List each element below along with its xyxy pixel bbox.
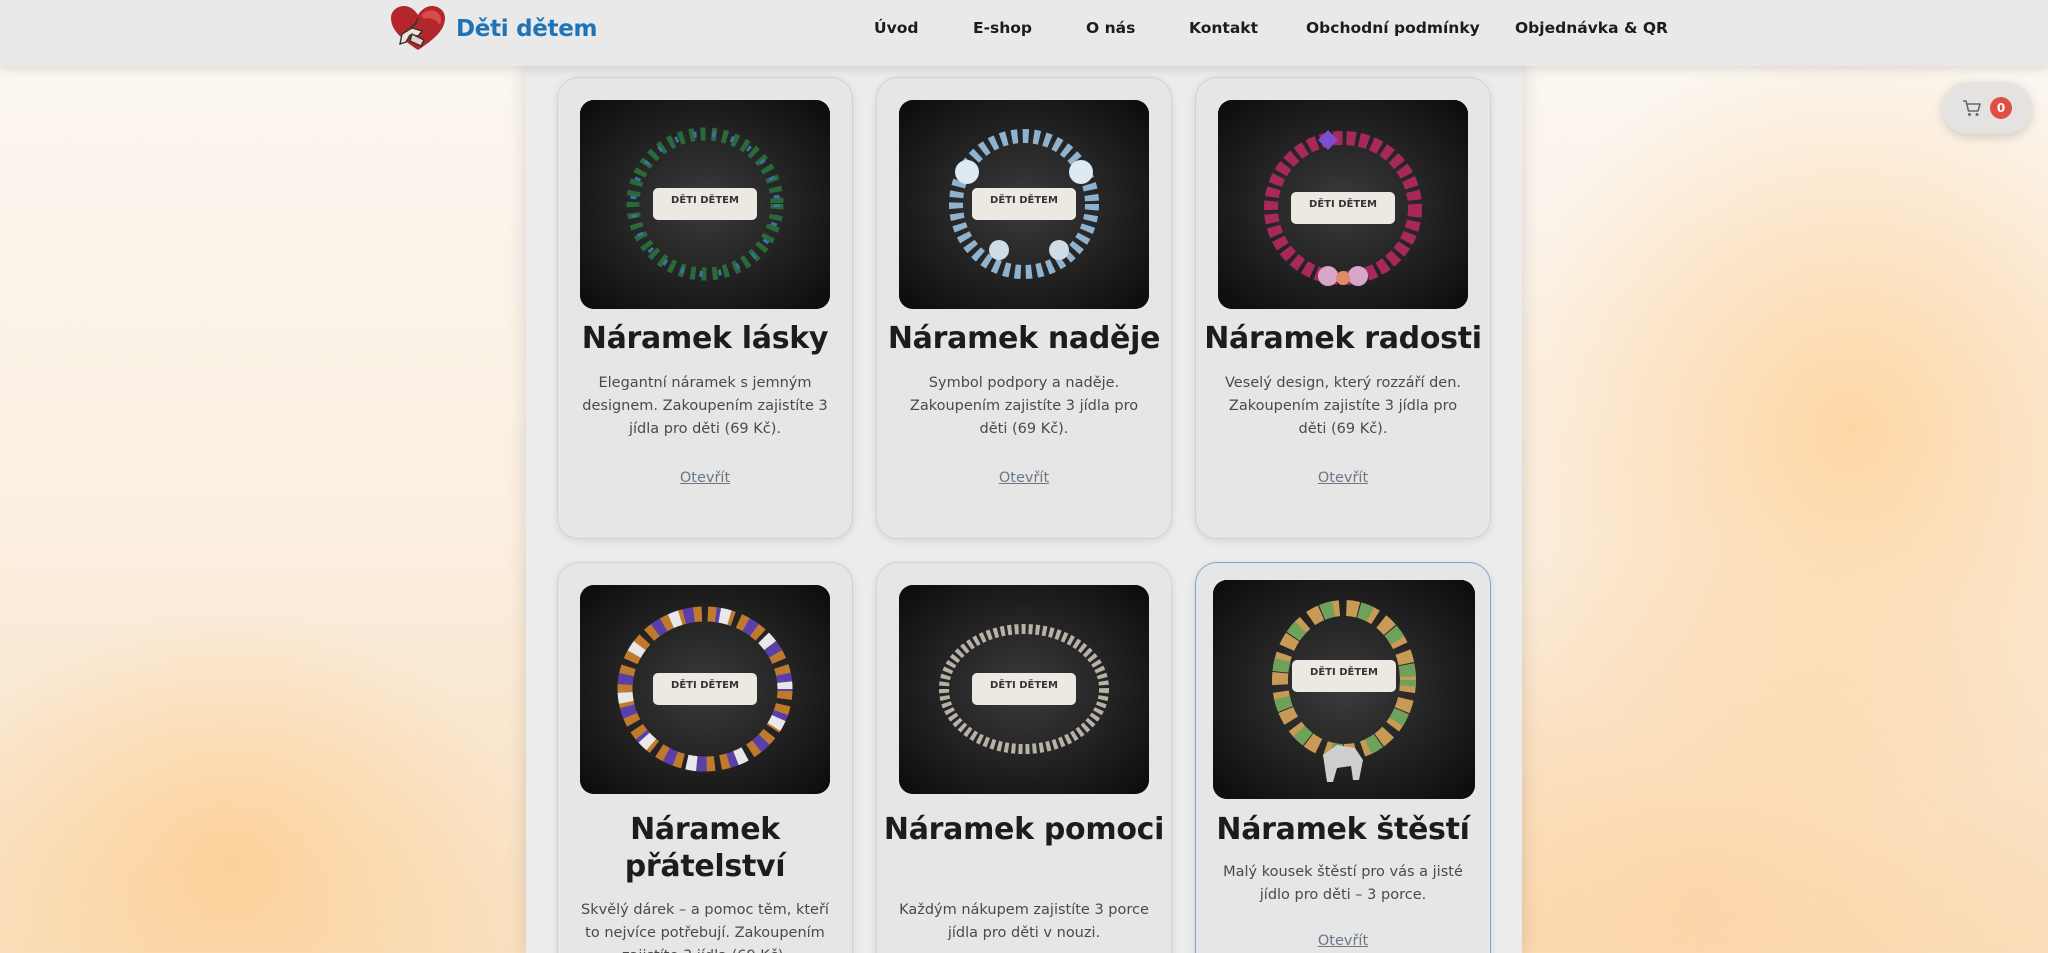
brand-name: Děti dětem [456,16,598,42]
nav-eshop[interactable]: E-shop [973,19,1032,37]
svg-text:DĚTI DĚTEM: DĚTI DĚTEM [1309,197,1377,210]
brand-logo-link[interactable]: Děti dětem [388,2,598,56]
product-description: Veselý design, který rozzáří den. Zakoup… [1224,375,1462,437]
svg-text:DĚTI DĚTEM: DĚTI DĚTEM [990,678,1058,691]
product-title: Náramek štěstí [1216,812,1470,847]
product-image: DĚTI DĚTEM [899,585,1149,794]
product-image: DĚTI DĚTEM [580,100,830,309]
product-title: Náramek přátelství [624,812,786,884]
product-title: Náramek lásky [581,321,829,356]
svg-text:DĚTI DĚTEM: DĚTI DĚTEM [990,193,1058,206]
product-card-stesti[interactable]: DĚTI DĚTEM Náramek štěstí Malý kousek št… [1195,562,1491,953]
products-panel: DĚTI DĚTEM Náramek lásky Elegantní náram… [526,60,1522,953]
product-card-pratelstvi[interactable]: DĚTI DĚTEM Náramek přátelství Skvělý dár… [557,562,853,953]
product-image: DĚTI DĚTEM [1213,580,1475,799]
nav-objednavka-qr[interactable]: Objednávka & QR [1515,19,1668,37]
bracelet-photo-icon: DĚTI DĚTEM [899,585,1149,794]
product-card-nadeje[interactable]: DĚTI DĚTEM Náramek naděje Symbol podpory… [876,77,1172,539]
product-card-pomoci[interactable]: DĚTI DĚTEM Náramek pomoci Každým nákupem… [876,562,1172,953]
svg-text:DĚTI DĚTEM: DĚTI DĚTEM [671,193,739,206]
product-card-lasky[interactable]: DĚTI DĚTEM Náramek lásky Elegantní náram… [557,77,853,539]
bracelet-photo-icon: DĚTI DĚTEM [899,100,1149,309]
product-card-radosti[interactable]: DĚTI DĚTEM Náramek radosti Veselý design… [1195,77,1491,539]
open-product-link[interactable]: Otevřít [877,470,1171,486]
cart-count-badge: 0 [1990,97,2012,119]
product-description: Skvělý dárek – a pomoc těm, kteří to nej… [581,902,829,953]
cart-button[interactable]: 0 [1942,82,2032,134]
product-description: Každým nákupem zajistíte 3 porce jídla p… [899,902,1149,941]
nav-obchodni-podminky[interactable]: Obchodní podmínky [1306,19,1480,37]
bracelet-photo-icon: DĚTI DĚTEM [580,100,830,309]
svg-text:DĚTI DĚTEM: DĚTI DĚTEM [671,678,739,691]
product-description: Elegantní náramek s jemným designem. Zak… [582,375,828,437]
open-product-link[interactable]: Otevřít [1196,933,1490,949]
open-product-link[interactable]: Otevřít [558,470,852,486]
heart-hand-logo-icon [391,6,445,50]
product-description: Malý kousek štěstí pro vás a jisté jídlo… [1223,864,1463,903]
product-image: DĚTI DĚTEM [580,585,830,794]
nav-o-nas[interactable]: O nás [1086,19,1135,37]
product-description: Symbol podpory a naděje. Zakoupením zaji… [909,375,1139,437]
product-image: DĚTI DĚTEM [1218,100,1468,309]
product-title: Náramek radosti [1204,321,1482,356]
open-product-link[interactable]: Otevřít [1196,470,1490,486]
product-title: Náramek naděje [887,321,1161,356]
site-header: Děti dětem Úvod E-shop O nás Kontakt Obc… [0,0,2048,66]
product-title: Náramek pomoci [883,812,1165,847]
product-image: DĚTI DĚTEM [899,100,1149,309]
bracelet-photo-icon: DĚTI DĚTEM [1218,100,1468,309]
bracelet-photo-icon: DĚTI DĚTEM [1213,580,1475,799]
shopping-cart-icon [1963,100,1981,116]
svg-text:DĚTI DĚTEM: DĚTI DĚTEM [1310,665,1378,678]
nav-kontakt[interactable]: Kontakt [1189,19,1258,37]
bracelet-photo-icon: DĚTI DĚTEM [580,585,830,794]
nav-uvod[interactable]: Úvod [874,19,918,37]
